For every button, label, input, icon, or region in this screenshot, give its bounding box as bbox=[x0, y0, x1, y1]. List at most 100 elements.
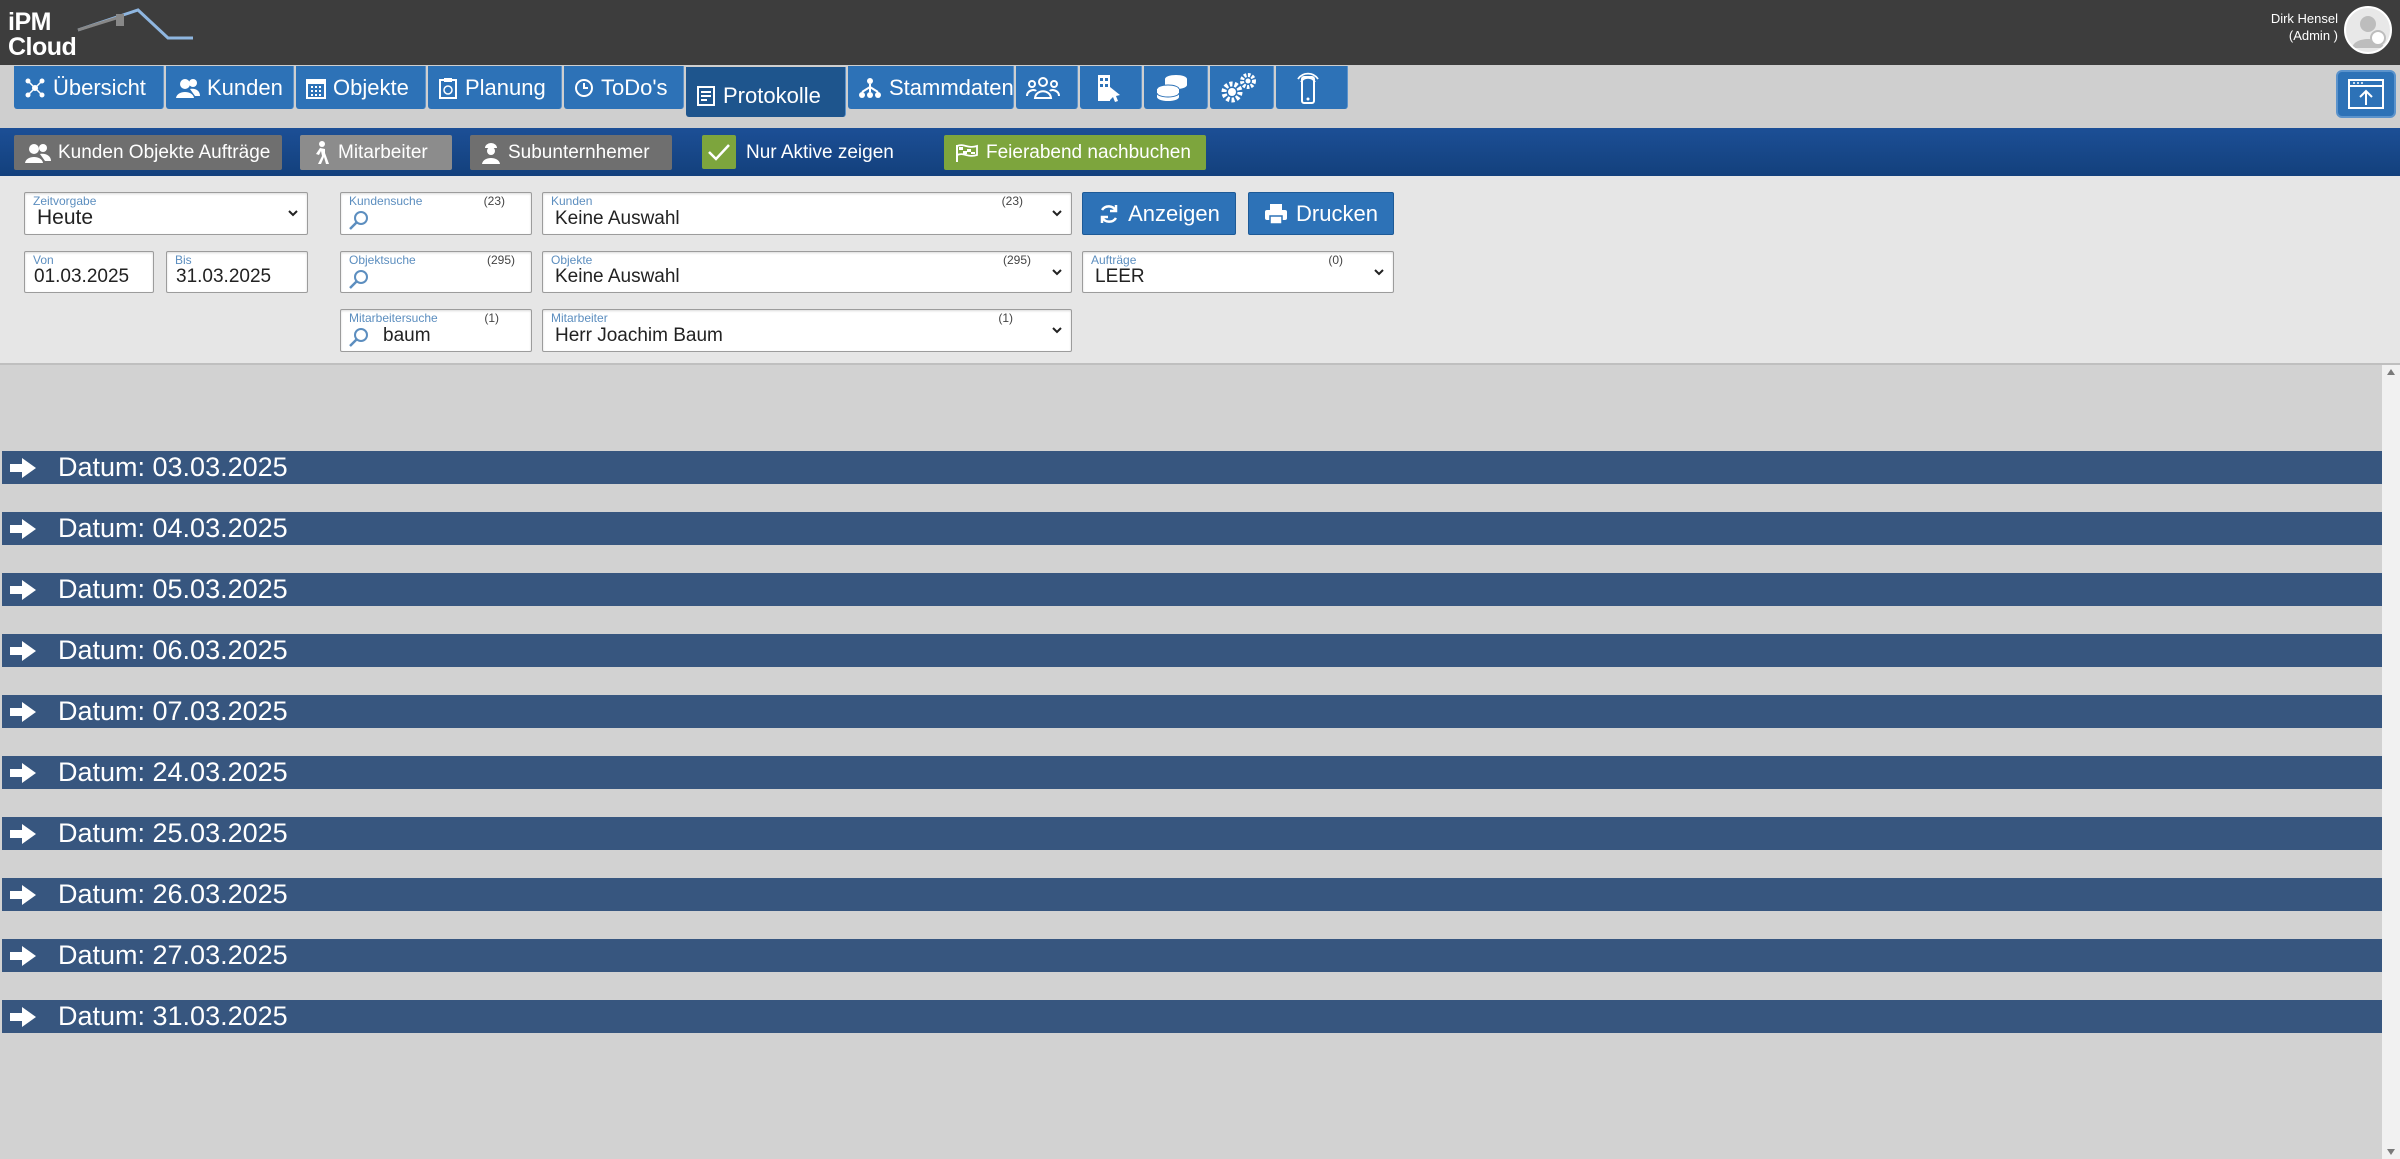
mobile-icon bbox=[1297, 72, 1319, 104]
tab-planung[interactable]: Planung bbox=[428, 66, 562, 109]
date-row[interactable]: Datum: 31.03.2025 bbox=[2, 1000, 2382, 1033]
tab-kunden[interactable]: Kunden bbox=[166, 66, 294, 109]
field-label: Kunden bbox=[551, 194, 593, 208]
button-label: Anzeigen bbox=[1128, 200, 1220, 226]
kunden-objekte-auftraege-button[interactable]: Kunden Objekte Aufträge bbox=[14, 135, 282, 170]
date-row[interactable]: Datum: 04.03.2025 bbox=[2, 512, 2382, 545]
tab-protokolle[interactable]: Protokolle bbox=[686, 67, 846, 117]
content-scrollbar[interactable] bbox=[2382, 365, 2400, 1159]
feierabend-nachbuchen-button[interactable]: Feierabend nachbuchen bbox=[944, 135, 1206, 170]
tab-label: Planung bbox=[465, 74, 546, 100]
user-role: (Admin ) bbox=[2288, 28, 2338, 43]
app-logo[interactable]: iPM Cloud bbox=[8, 6, 198, 64]
button-label: Subunternhemer bbox=[508, 141, 650, 163]
users-icon bbox=[25, 143, 51, 163]
chevron-down-icon bbox=[1052, 269, 1062, 276]
arrow-right-icon bbox=[10, 762, 36, 783]
zeitvorgabe-select[interactable]: Zeitvorgabe Heute bbox=[24, 192, 308, 235]
search-icon bbox=[349, 270, 368, 289]
nur-aktive-label[interactable]: Nur Aktive zeigen bbox=[746, 142, 894, 164]
mitarbeiter-select[interactable]: Mitarbeiter (1) Herr Joachim Baum bbox=[542, 309, 1072, 352]
button-label: Kunden Objekte Aufträge bbox=[58, 141, 271, 163]
user-avatar-icon bbox=[2352, 16, 2386, 48]
objektsuche-input[interactable]: Objektsuche (295) bbox=[340, 251, 532, 293]
tab-label: Protokolle bbox=[723, 83, 821, 108]
field-label: Kundensuche bbox=[349, 194, 423, 208]
arrow-right-icon bbox=[10, 945, 36, 966]
tab-label: Objekte bbox=[333, 74, 409, 100]
auftraege-select[interactable]: Aufträge (0) LEER bbox=[1082, 251, 1394, 293]
date-row[interactable]: Datum: 07.03.2025 bbox=[2, 695, 2382, 728]
date-row[interactable]: Datum: 05.03.2025 bbox=[2, 573, 2382, 606]
von-date-field[interactable]: Von 01.03.2025 bbox=[24, 251, 154, 293]
nur-aktive-checkbox[interactable] bbox=[702, 135, 736, 169]
arrow-right-icon bbox=[10, 823, 36, 844]
scroll-down-icon[interactable] bbox=[2387, 1149, 2395, 1155]
logo-line1: iPM bbox=[8, 8, 51, 36]
user-info[interactable]: Dirk Hensel (Admin ) bbox=[2271, 10, 2338, 44]
network-icon bbox=[25, 78, 45, 97]
hierarchy-icon bbox=[859, 77, 881, 98]
date-label: Datum: 04.03.2025 bbox=[58, 513, 288, 543]
tab-stammdaten[interactable]: Stammdaten bbox=[848, 66, 1014, 109]
checkered-flag-icon bbox=[956, 143, 978, 162]
window-export-button[interactable] bbox=[2336, 70, 2396, 118]
main-navigation: Übersicht Kunden Objekte Planung ToDo's … bbox=[0, 65, 2400, 130]
date-row[interactable]: Datum: 25.03.2025 bbox=[2, 817, 2382, 850]
user-name: Dirk Hensel bbox=[2270, 11, 2338, 26]
tab-group[interactable] bbox=[1016, 66, 1078, 109]
scroll-up-icon[interactable] bbox=[2387, 369, 2395, 375]
field-value: Keine Auswahl bbox=[555, 208, 680, 229]
subunternehmer-button[interactable]: Subunternhemer bbox=[470, 135, 672, 170]
field-count: (1) bbox=[998, 311, 1013, 325]
date-row[interactable]: Datum: 26.03.2025 bbox=[2, 878, 2382, 911]
tab-settings[interactable] bbox=[1210, 66, 1274, 109]
printer-icon bbox=[1265, 203, 1288, 225]
arrow-right-icon bbox=[10, 579, 36, 600]
chevron-down-icon bbox=[288, 210, 298, 217]
chevron-down-icon bbox=[1052, 210, 1062, 217]
tab-label: Stammdaten bbox=[889, 74, 1014, 100]
chevron-down-icon bbox=[1374, 269, 1384, 276]
mitarbeiter-button[interactable]: Mitarbeiter bbox=[300, 135, 452, 170]
field-value: Heute bbox=[37, 206, 94, 229]
bis-date-field[interactable]: Bis 31.03.2025 bbox=[166, 251, 308, 293]
date-row[interactable]: Datum: 03.03.2025 bbox=[2, 451, 2382, 484]
tab-objekte[interactable]: Objekte bbox=[296, 66, 426, 109]
field-count: (23) bbox=[1001, 194, 1023, 208]
field-value: Keine Auswahl bbox=[555, 266, 680, 287]
kunden-select[interactable]: Kunden (23) Keine Auswahl bbox=[542, 192, 1072, 235]
tab-uebersicht[interactable]: Übersicht bbox=[14, 66, 164, 109]
building-icon bbox=[306, 78, 326, 99]
search-icon bbox=[349, 211, 368, 230]
search-icon bbox=[349, 328, 368, 347]
chevron-down-icon bbox=[1052, 327, 1062, 334]
button-label: Feierabend nachbuchen bbox=[986, 141, 1191, 163]
tab-office[interactable] bbox=[1080, 66, 1142, 109]
gears-icon bbox=[1221, 72, 1256, 102]
document-icon bbox=[697, 86, 715, 106]
checkmark-icon bbox=[708, 144, 730, 161]
anzeigen-button[interactable]: Anzeigen bbox=[1082, 192, 1236, 235]
drucken-button[interactable]: Drucken bbox=[1248, 192, 1394, 235]
protocol-list: Datum: 03.03.2025 Datum: 04.03.2025 Datu… bbox=[0, 365, 2400, 1159]
arrow-right-icon bbox=[10, 518, 36, 539]
field-value: 01.03.2025 bbox=[34, 266, 130, 287]
field-label: Mitarbeiter bbox=[551, 311, 608, 325]
filter-panel: Zeitvorgabe Heute Von 01.03.2025 Bis 31.… bbox=[0, 176, 2400, 365]
mitarbeitersuche-input[interactable]: Mitarbeitersuche (1) baum bbox=[340, 309, 532, 352]
avatar[interactable] bbox=[2344, 6, 2392, 54]
date-row[interactable]: Datum: 27.03.2025 bbox=[2, 939, 2382, 972]
field-count: (295) bbox=[1002, 253, 1031, 267]
date-row[interactable]: Datum: 24.03.2025 bbox=[2, 756, 2382, 789]
office-icon bbox=[1098, 74, 1120, 102]
tab-label: ToDo's bbox=[601, 74, 668, 100]
field-value: LEER bbox=[1095, 266, 1145, 287]
tab-coins[interactable] bbox=[1144, 66, 1208, 109]
date-row[interactable]: Datum: 06.03.2025 bbox=[2, 634, 2382, 667]
date-label: Datum: 26.03.2025 bbox=[58, 879, 288, 909]
kundensuche-input[interactable]: Kundensuche (23) bbox=[340, 192, 532, 235]
objekte-select[interactable]: Objekte (295) Keine Auswahl bbox=[542, 251, 1072, 293]
tab-todos[interactable]: ToDo's bbox=[564, 66, 684, 109]
tab-mobile[interactable] bbox=[1276, 66, 1348, 109]
